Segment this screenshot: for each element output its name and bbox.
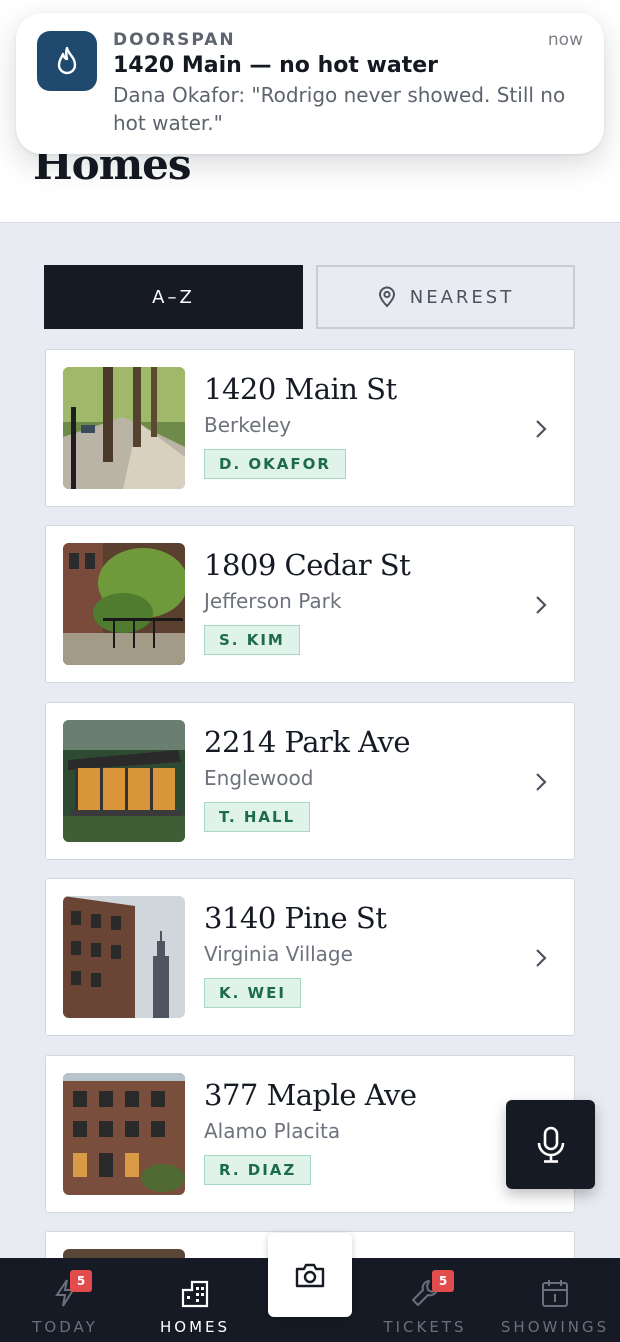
property-photo: [63, 1073, 185, 1195]
flame-icon: [37, 31, 97, 91]
nav-tickets-label: TICKETS: [383, 1318, 467, 1336]
property-card[interactable]: 1420 Main St Berkeley D. OKAFOR: [45, 349, 575, 507]
tenant-badge: S. KIM: [204, 625, 300, 655]
property-photo: [63, 543, 185, 665]
nav-homes-label: HOMES: [159, 1318, 231, 1336]
property-street: 377 Maple Ave: [204, 1078, 417, 1112]
lightning-icon: 5: [54, 1270, 92, 1308]
chevron-right-icon: [536, 773, 547, 791]
camera-button[interactable]: [268, 1233, 352, 1317]
property-neighborhood: Virginia Village: [204, 942, 353, 966]
property-photo: [63, 720, 185, 842]
nav-tickets[interactable]: 5 TICKETS: [383, 1258, 467, 1342]
property-photo: [63, 896, 185, 1018]
notification-app-name: DOORSPAN: [113, 30, 236, 50]
property-neighborhood: Berkeley: [204, 413, 292, 437]
tickets-badge: 5: [432, 1270, 454, 1292]
nav-homes[interactable]: HOMES: [160, 1258, 230, 1342]
tenant-badge: D. OKAFOR: [204, 449, 346, 479]
building-icon: [180, 1278, 210, 1308]
property-street: 1809 Cedar St: [204, 548, 411, 582]
sort-az-button[interactable]: A–Z: [44, 265, 303, 329]
property-card[interactable]: 377 Maple Ave Alamo Placita R. DIAZ: [45, 1055, 575, 1213]
nav-showings-label: SHOWINGS: [500, 1318, 610, 1336]
property-street: 1420 Main St: [204, 372, 397, 406]
wrench-icon: 5: [410, 1270, 454, 1308]
chevron-right-icon: [536, 420, 547, 438]
property-street: 3140 Pine St: [204, 901, 387, 935]
notification-body: Dana Okafor: "Rodrigo never showed. Stil…: [113, 83, 566, 135]
property-card[interactable]: 1809 Cedar St Jefferson Park S. KIM: [45, 525, 575, 683]
sort-nearest-label: NEAREST: [409, 286, 515, 308]
property-neighborhood: Alamo Placita: [204, 1119, 341, 1143]
nav-today[interactable]: 5 TODAY: [30, 1258, 100, 1342]
nav-today-label: TODAY: [32, 1318, 98, 1336]
property-photo: [63, 367, 185, 489]
tenant-badge: R. DIAZ: [204, 1155, 312, 1185]
notification-time: now: [547, 30, 583, 50]
property-neighborhood: Englewood: [204, 766, 314, 790]
notification-title: 1420 Main — no hot water: [113, 53, 438, 78]
chevron-right-icon: [536, 596, 547, 614]
property-card[interactable]: 2214 Park Ave Englewood T. HALL: [45, 702, 575, 860]
sort-nearest-button[interactable]: NEAREST: [316, 265, 575, 329]
sort-az-label: A–Z: [152, 286, 195, 308]
chevron-right-icon: [536, 949, 547, 967]
tenant-badge: K. WEI: [204, 978, 301, 1008]
camera-icon: [295, 1263, 325, 1288]
push-notification[interactable]: DOORSPAN now 1420 Main — no hot water Da…: [16, 13, 604, 154]
property-card[interactable]: 3140 Pine St Virginia Village K. WEI: [45, 878, 575, 1036]
property-street: 2214 Park Ave: [204, 725, 411, 759]
nav-showings[interactable]: SHOWINGS: [501, 1258, 606, 1342]
property-neighborhood: Jefferson Park: [204, 589, 342, 613]
calendar-icon: [541, 1278, 569, 1308]
today-badge: 5: [70, 1270, 92, 1292]
voice-input-button[interactable]: [506, 1100, 595, 1189]
microphone-icon: [537, 1126, 564, 1163]
location-pin-icon: [378, 286, 395, 308]
tenant-badge: T. HALL: [204, 802, 311, 832]
